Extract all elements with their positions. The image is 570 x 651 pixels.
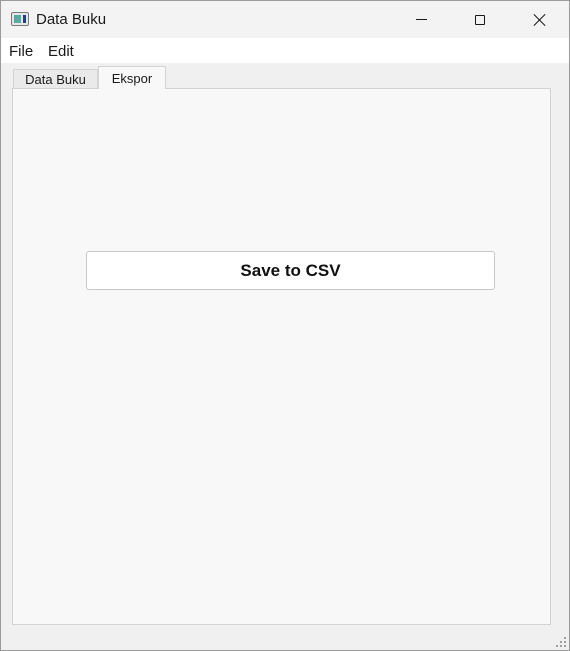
maximize-icon	[475, 14, 485, 25]
title-bar[interactable]: Data Buku	[1, 1, 569, 38]
maximize-button[interactable]	[451, 1, 509, 38]
minimize-button[interactable]	[392, 1, 450, 38]
menu-bar: File Edit	[1, 38, 569, 63]
close-button[interactable]	[511, 1, 569, 38]
app-window: Data Buku File Edit Data Buku Ekspor Sav…	[0, 0, 570, 651]
size-grip-icon[interactable]	[556, 637, 566, 647]
tab-ekspor[interactable]: Ekspor	[98, 66, 166, 89]
export-tab-panel: Save to CSV	[12, 88, 551, 625]
menu-edit[interactable]: Edit	[48, 43, 74, 60]
menu-file[interactable]: File	[9, 43, 33, 60]
minimize-icon	[415, 19, 427, 20]
app-window-icon	[11, 12, 29, 26]
tab-data-buku[interactable]: Data Buku	[13, 69, 98, 89]
window-title: Data Buku	[36, 11, 107, 28]
save-to-csv-button[interactable]: Save to CSV	[86, 251, 495, 290]
close-icon	[533, 13, 547, 27]
